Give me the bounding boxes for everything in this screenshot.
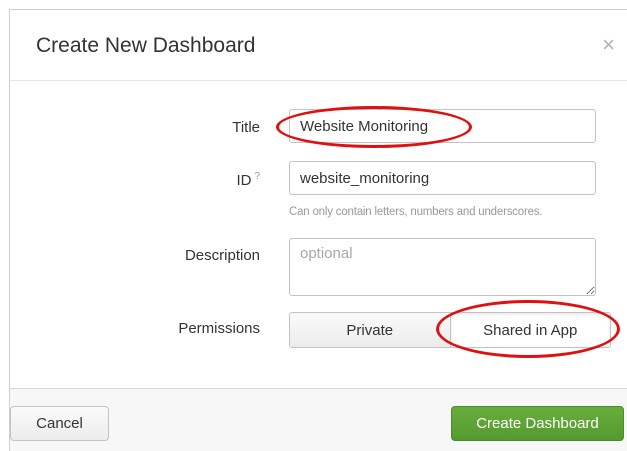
create-dashboard-button[interactable]: Create Dashboard [451,406,624,441]
description-label: Description [184,247,260,264]
dialog-header: Create New Dashboard × [10,10,627,81]
id-help-text: Can only contain letters, numbers and un… [289,206,543,218]
create-dashboard-dialog: Create New Dashboard × Title ID? Can onl… [9,9,627,451]
id-label-text: ID [236,172,252,189]
title-input[interactable] [289,109,596,143]
dialog-title: Create New Dashboard [36,34,256,57]
id-input[interactable] [289,161,596,195]
permission-private-button[interactable]: Private [290,313,450,347]
permissions-label: Permissions [178,320,260,337]
title-label: Title [232,119,260,136]
permission-shared-in-app-button[interactable]: Shared in App [449,313,610,347]
help-icon[interactable]: ? [254,171,260,182]
permissions-toggle-group: Private Shared in App [289,312,611,348]
description-textarea[interactable] [289,238,596,296]
dialog-footer: Cancel Create Dashboard [10,388,627,451]
close-icon[interactable]: × [602,34,615,56]
id-label: ID? [110,171,260,189]
cancel-button[interactable]: Cancel [10,406,109,441]
